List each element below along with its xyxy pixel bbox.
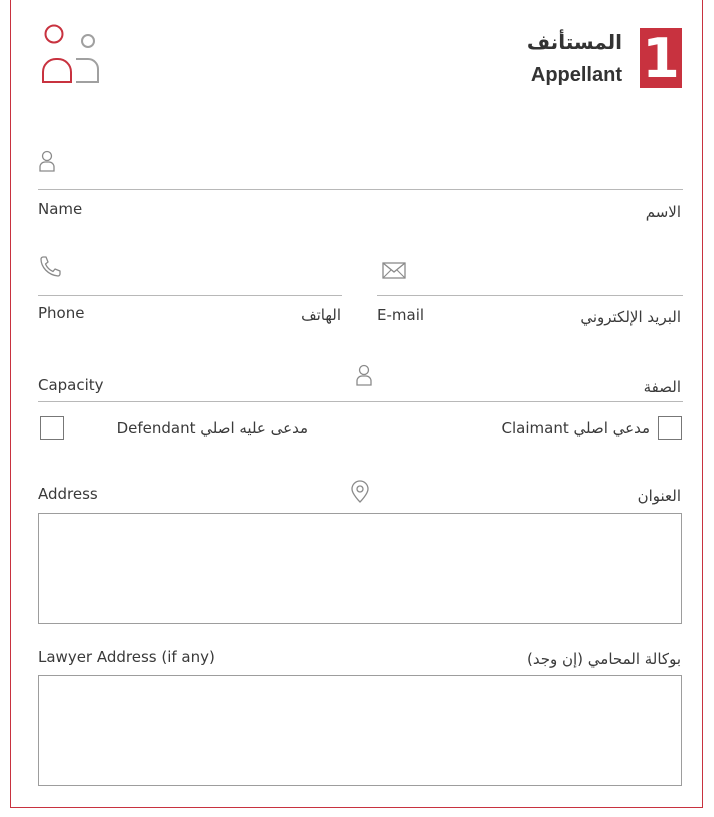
- section-number: 1: [642, 27, 680, 90]
- name-label-ar: الاسم: [645, 203, 681, 221]
- email-label-ar: البريد الإلكتروني: [580, 308, 681, 326]
- mail-icon: [382, 262, 406, 280]
- lawyer-address-label-ar: بوكالة المحامي (إن وجد): [526, 650, 681, 668]
- claimant-checkbox-label: مدعي اصلي Claimant: [501, 419, 650, 437]
- defendant-checkbox[interactable]: [40, 416, 64, 440]
- phone-icon: [38, 255, 62, 277]
- phone-underline[interactable]: [38, 295, 342, 296]
- address-label-ar: العنوان: [637, 487, 681, 505]
- address-label-en: Address: [38, 485, 98, 503]
- users-icon: [40, 24, 114, 88]
- name-label-en: Name: [38, 200, 83, 218]
- location-pin-icon: [350, 480, 370, 504]
- address-textarea[interactable]: [38, 513, 682, 624]
- user-icon: [38, 150, 56, 174]
- phone-label-en: Phone: [38, 304, 85, 322]
- capacity-underline: [38, 401, 683, 402]
- email-label-en: E-mail: [377, 306, 425, 324]
- name-underline[interactable]: [38, 189, 683, 190]
- capacity-label-en: Capacity: [38, 376, 104, 394]
- claimant-checkbox[interactable]: [658, 416, 682, 440]
- defendant-checkbox-label: مدعى عليه اصلي Defendant: [116, 419, 308, 437]
- section-title-ar: المستأنف: [526, 30, 622, 54]
- lawyer-address-textarea[interactable]: [38, 675, 682, 786]
- capacity-label-ar: الصفة: [643, 378, 681, 396]
- section-number-badge: 1: [640, 27, 682, 90]
- lawyer-address-label-en: Lawyer Address (if any): [38, 648, 215, 666]
- user-icon: [355, 364, 373, 388]
- section-title-en: Appellant: [530, 64, 622, 86]
- phone-label-ar: الهاتف: [301, 306, 341, 324]
- email-underline[interactable]: [377, 295, 683, 296]
